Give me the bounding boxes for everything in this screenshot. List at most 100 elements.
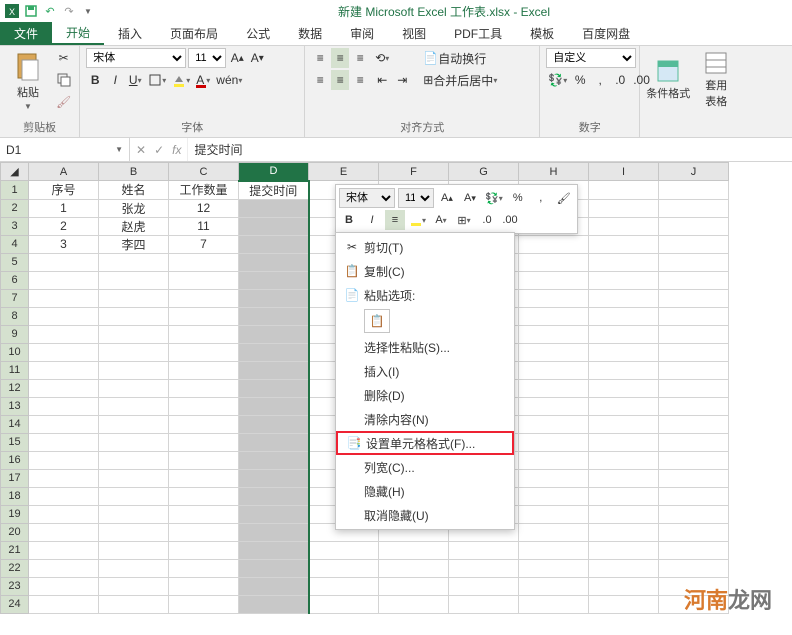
cell-J20[interactable] xyxy=(659,523,729,541)
cell-I11[interactable] xyxy=(589,361,659,379)
increase-decimal-icon[interactable]: .0 xyxy=(611,70,629,90)
cell-D12[interactable] xyxy=(239,379,309,397)
cell-A3[interactable]: 2 xyxy=(29,217,99,235)
cell-D3[interactable] xyxy=(239,217,309,235)
cell-H5[interactable] xyxy=(519,253,589,271)
cell-B24[interactable] xyxy=(99,595,169,613)
cell-B11[interactable] xyxy=(99,361,169,379)
cell-H20[interactable] xyxy=(519,523,589,541)
row-header-4[interactable]: 4 xyxy=(1,235,29,253)
cell-A2[interactable]: 1 xyxy=(29,199,99,217)
cell-A14[interactable] xyxy=(29,415,99,433)
font-size-select[interactable]: 11 xyxy=(188,48,226,68)
cell-D4[interactable] xyxy=(239,235,309,253)
tab-layout[interactable]: 页面布局 xyxy=(156,22,232,45)
row-header-23[interactable]: 23 xyxy=(1,577,29,595)
border-button[interactable]: ▾ xyxy=(146,70,168,90)
cell-B1[interactable]: 姓名 xyxy=(99,181,169,200)
tab-review[interactable]: 审阅 xyxy=(336,22,388,45)
mini-decimal-icon[interactable]: .0 xyxy=(477,210,497,230)
format-painter-icon[interactable]: 🖌 xyxy=(54,92,73,112)
col-header-B[interactable]: B xyxy=(99,163,169,181)
cell-J14[interactable] xyxy=(659,415,729,433)
mini-currency-icon[interactable]: 💱▾ xyxy=(483,188,505,208)
paste-option-button[interactable]: 📋 xyxy=(364,309,390,333)
col-header-F[interactable]: F xyxy=(379,163,449,181)
cell-H21[interactable] xyxy=(519,541,589,559)
cell-D21[interactable] xyxy=(239,541,309,559)
underline-button[interactable]: U▾ xyxy=(126,70,144,90)
cell-I5[interactable] xyxy=(589,253,659,271)
cell-I23[interactable] xyxy=(589,577,659,595)
phonetic-button[interactable]: wén▾ xyxy=(214,70,244,90)
row-header-11[interactable]: 11 xyxy=(1,361,29,379)
bold-button[interactable]: B xyxy=(86,70,104,90)
tab-home[interactable]: 开始 xyxy=(52,22,104,45)
fx-icon[interactable]: fx xyxy=(172,143,181,157)
orientation-icon[interactable]: ⟲▾ xyxy=(373,48,391,68)
cell-B20[interactable] xyxy=(99,523,169,541)
cell-A19[interactable] xyxy=(29,505,99,523)
cell-A13[interactable] xyxy=(29,397,99,415)
cell-C18[interactable] xyxy=(169,487,239,505)
increase-font-icon[interactable]: A▴ xyxy=(228,48,246,68)
cell-C24[interactable] xyxy=(169,595,239,613)
cell-E23[interactable] xyxy=(309,577,379,595)
cell-C20[interactable] xyxy=(169,523,239,541)
mini-font-select[interactable]: 宋体 xyxy=(339,188,395,208)
cell-C14[interactable] xyxy=(169,415,239,433)
cell-D23[interactable] xyxy=(239,577,309,595)
cell-F22[interactable] xyxy=(379,559,449,577)
cell-I20[interactable] xyxy=(589,523,659,541)
row-header-15[interactable]: 15 xyxy=(1,433,29,451)
cell-H14[interactable] xyxy=(519,415,589,433)
cell-C2[interactable]: 12 xyxy=(169,199,239,217)
row-header-1[interactable]: 1 xyxy=(1,181,29,200)
cell-J22[interactable] xyxy=(659,559,729,577)
row-header-10[interactable]: 10 xyxy=(1,343,29,361)
cell-C5[interactable] xyxy=(169,253,239,271)
row-header-19[interactable]: 19 xyxy=(1,505,29,523)
cell-A22[interactable] xyxy=(29,559,99,577)
cell-B17[interactable] xyxy=(99,469,169,487)
cell-A1[interactable]: 序号 xyxy=(29,181,99,200)
cell-D10[interactable] xyxy=(239,343,309,361)
cell-B6[interactable] xyxy=(99,271,169,289)
cell-I24[interactable] xyxy=(589,595,659,613)
cell-H11[interactable] xyxy=(519,361,589,379)
cell-D19[interactable] xyxy=(239,505,309,523)
row-header-20[interactable]: 20 xyxy=(1,523,29,541)
cell-I10[interactable] xyxy=(589,343,659,361)
number-format-select[interactable]: 自定义 xyxy=(546,48,636,68)
cell-D1[interactable]: 提交时间 xyxy=(239,181,309,200)
cell-H10[interactable] xyxy=(519,343,589,361)
cut-icon[interactable]: ✂ xyxy=(54,48,73,68)
cell-J12[interactable] xyxy=(659,379,729,397)
qat-dropdown-icon[interactable]: ▼ xyxy=(80,3,96,19)
font-color-button[interactable]: A▾ xyxy=(194,70,212,90)
row-header-18[interactable]: 18 xyxy=(1,487,29,505)
cell-B22[interactable] xyxy=(99,559,169,577)
ctx-copy[interactable]: 📋复制(C) xyxy=(336,259,514,283)
row-header-24[interactable]: 24 xyxy=(1,595,29,613)
cell-A6[interactable] xyxy=(29,271,99,289)
cell-G22[interactable] xyxy=(449,559,519,577)
cell-C22[interactable] xyxy=(169,559,239,577)
cell-J15[interactable] xyxy=(659,433,729,451)
cell-J6[interactable] xyxy=(659,271,729,289)
cell-E24[interactable] xyxy=(309,595,379,613)
cell-B2[interactable]: 张龙 xyxy=(99,199,169,217)
cell-A18[interactable] xyxy=(29,487,99,505)
row-header-12[interactable]: 12 xyxy=(1,379,29,397)
cell-C3[interactable]: 11 xyxy=(169,217,239,235)
decrease-font-icon[interactable]: A▾ xyxy=(248,48,266,68)
cell-D22[interactable] xyxy=(239,559,309,577)
undo-icon[interactable]: ↶ xyxy=(42,3,58,19)
cell-J1[interactable] xyxy=(659,181,729,200)
cell-I3[interactable] xyxy=(589,217,659,235)
cell-I16[interactable] xyxy=(589,451,659,469)
cell-C9[interactable] xyxy=(169,325,239,343)
cell-J3[interactable] xyxy=(659,217,729,235)
cell-D20[interactable] xyxy=(239,523,309,541)
cell-I9[interactable] xyxy=(589,325,659,343)
